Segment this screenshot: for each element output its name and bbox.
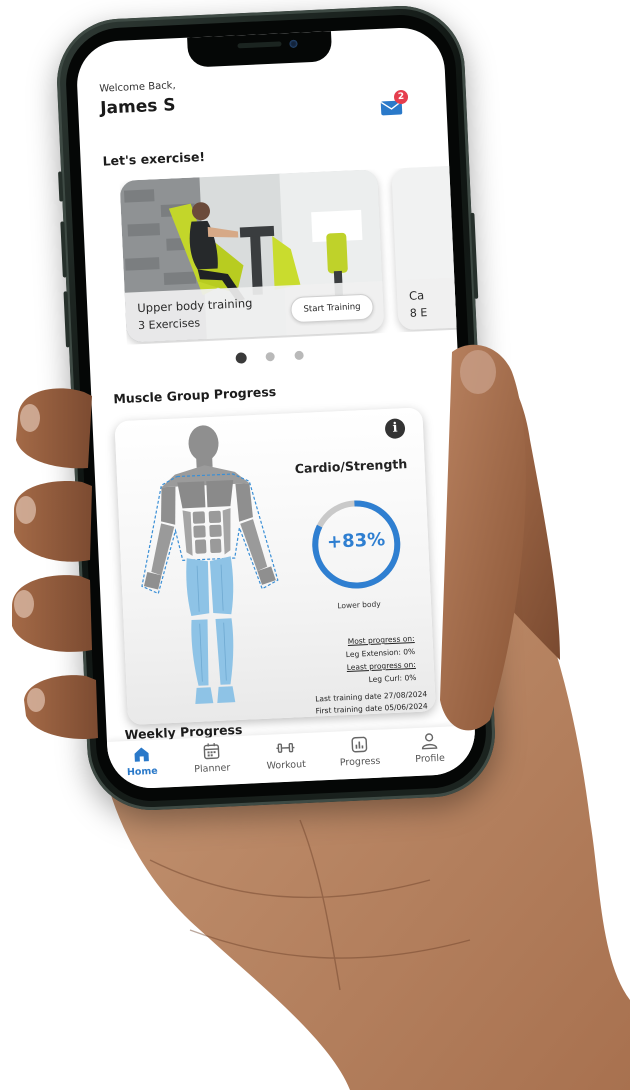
notch xyxy=(187,31,333,68)
tab-progress-label: Progress xyxy=(339,755,381,769)
carousel-dot-2[interactable] xyxy=(265,352,275,362)
exercise-card[interactable]: Upper body training 3 Exercises Start Tr… xyxy=(119,169,385,343)
tab-workout[interactable]: Workout xyxy=(253,736,318,772)
mute-switch xyxy=(58,171,64,202)
most-progress-value: Leg Extension: 0% xyxy=(345,646,416,660)
exercise-section-title: Let's exercise! xyxy=(102,148,206,169)
exercise-card-next-title: Ca xyxy=(408,288,425,303)
info-icon[interactable]: i xyxy=(384,418,406,440)
carousel-dot-3[interactable] xyxy=(294,350,304,361)
progress-value: +83% xyxy=(326,529,386,553)
welcome-text: Welcome Back, xyxy=(99,80,176,95)
exercise-card-count: 3 Exercises xyxy=(137,316,201,333)
dumbbell-icon xyxy=(276,742,295,753)
exercise-carousel[interactable]: Upper body training 3 Exercises Start Tr… xyxy=(119,165,467,344)
exercise-card-caption: Upper body training 3 Exercises Start Tr… xyxy=(124,281,385,343)
carousel-dot-1[interactable] xyxy=(235,352,247,364)
home-icon xyxy=(134,747,149,762)
tab-home[interactable]: Home xyxy=(109,743,174,779)
muscle-group-card: i Cardio/Strength +83% Lower body Most p… xyxy=(114,407,436,726)
mail-badge: 2 xyxy=(393,89,409,105)
tab-profile[interactable]: Profile xyxy=(397,730,462,766)
tab-progress[interactable]: Progress xyxy=(327,733,392,769)
user-name: James S xyxy=(99,95,176,119)
metric-title: Cardio/Strength xyxy=(294,456,408,477)
exercise-card-next-count: 8 E xyxy=(409,306,428,320)
body-map-figure xyxy=(141,425,279,704)
speaker xyxy=(237,41,282,49)
progress-caption: Lower body xyxy=(337,599,381,611)
app-screen: Welcome Back, James S 2 Let's exercise! xyxy=(75,26,477,790)
tab-planner[interactable]: Planner xyxy=(179,740,244,776)
phone-device: Welcome Back, James S 2 Let's exercise! xyxy=(54,3,498,813)
muscle-group-section-title: Muscle Group Progress xyxy=(113,383,277,407)
exercise-card-title: Upper body training xyxy=(137,295,253,316)
front-camera xyxy=(289,39,298,49)
tab-profile-label: Profile xyxy=(415,752,446,766)
tab-home-label: Home xyxy=(126,765,159,779)
start-training-button[interactable]: Start Training xyxy=(289,293,375,324)
least-progress-label: Least progress on: xyxy=(346,659,416,673)
least-progress-value: Leg Curl: 0% xyxy=(368,672,417,685)
person-icon xyxy=(421,733,438,750)
chart-icon xyxy=(351,736,368,753)
calendar-icon xyxy=(203,743,220,760)
tab-workout-label: Workout xyxy=(266,759,307,772)
most-progress-label: Most progress on: xyxy=(347,633,415,646)
tab-planner-label: Planner xyxy=(194,762,231,776)
